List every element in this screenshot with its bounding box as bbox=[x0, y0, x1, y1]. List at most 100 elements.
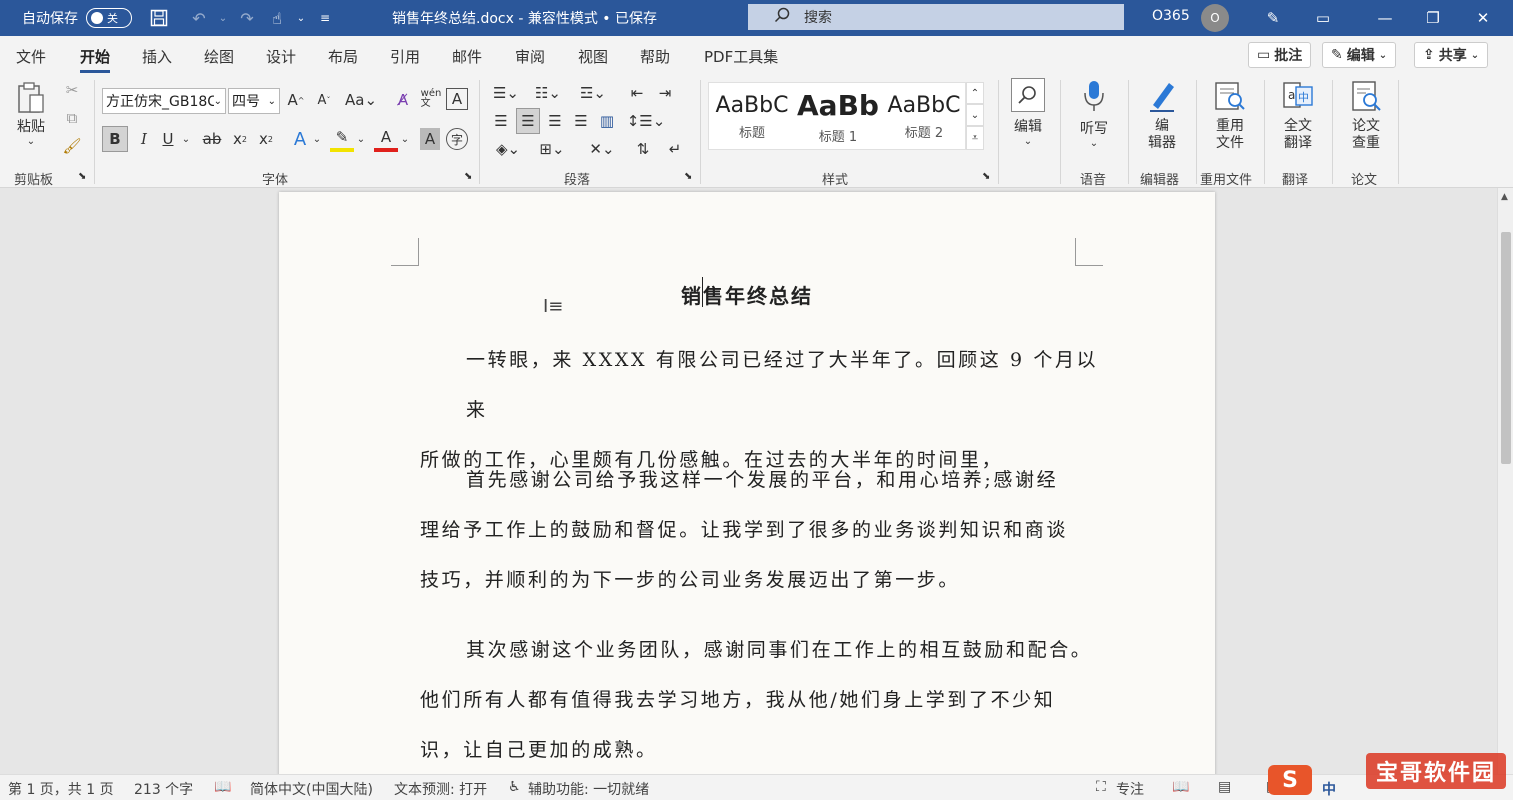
tab-mailings[interactable]: 邮件 bbox=[452, 46, 482, 67]
tab-view[interactable]: 视图 bbox=[578, 46, 608, 67]
dictate-button[interactable]: 听写 ⌄ bbox=[1074, 78, 1114, 149]
show-marks-icon[interactable]: ↵ bbox=[664, 136, 686, 162]
numbering-icon[interactable]: ☷⌄ bbox=[532, 82, 564, 104]
underline-icon[interactable]: U bbox=[158, 126, 178, 152]
chevron-down-icon[interactable]: ⌄ bbox=[356, 126, 366, 152]
paste-button[interactable]: 粘贴 ⌄ bbox=[14, 80, 48, 147]
highlight-icon[interactable]: ✎ bbox=[330, 126, 354, 152]
page-title[interactable]: 销售年终总结 bbox=[279, 280, 1215, 309]
touch-mode-icon[interactable]: ☝ bbox=[266, 7, 288, 29]
borders-icon[interactable]: ⊞⌄ bbox=[534, 136, 570, 162]
line-spacing-icon[interactable]: ↕☰⌄ bbox=[627, 108, 666, 134]
undo-dropdown-icon[interactable]: ⌄ bbox=[218, 7, 228, 29]
increase-indent-icon[interactable]: ⇥ bbox=[654, 82, 676, 104]
undo-icon[interactable]: ↶ bbox=[188, 7, 210, 29]
align-left-icon[interactable]: ☰ bbox=[490, 108, 512, 134]
document-page[interactable]: I≡ 销售年终总结 一转眼，来 XXXX 有限公司已经过了大半年了。回顾这 9 … bbox=[279, 192, 1215, 774]
superscript-icon[interactable]: x2 bbox=[256, 126, 276, 152]
editor-button[interactable]: 编 辑器 bbox=[1142, 78, 1182, 152]
phonetic-guide-icon[interactable]: wén 文 bbox=[420, 86, 442, 112]
style-heading[interactable]: AaBbC 标题 bbox=[709, 83, 795, 151]
align-center-icon[interactable]: ☰ bbox=[516, 108, 540, 134]
cut-icon[interactable]: ✂ bbox=[62, 80, 82, 100]
proofing-icon[interactable]: 📖 bbox=[214, 779, 231, 795]
tab-review[interactable]: 审阅 bbox=[515, 46, 545, 67]
style-heading-2[interactable]: AaBbC 标题 2 bbox=[881, 83, 967, 151]
ime-mode[interactable]: 中 bbox=[1322, 779, 1336, 799]
touch-dropdown-icon[interactable]: ⌄ bbox=[296, 7, 306, 29]
enclose-characters-icon[interactable]: 字 bbox=[446, 128, 468, 150]
scroll-up-icon[interactable]: ▲ bbox=[1501, 192, 1508, 202]
styles-scroll-down-icon[interactable]: ⌄ bbox=[966, 104, 984, 126]
dialog-launcher-icon[interactable]: ⬊ bbox=[78, 171, 86, 182]
text-effects-icon[interactable]: A bbox=[288, 126, 312, 152]
chevron-down-icon[interactable]: ⌄ bbox=[400, 126, 410, 152]
styles-scroll-up-icon[interactable]: ⌃ bbox=[966, 82, 984, 104]
clear-formatting-icon[interactable]: A̸ bbox=[392, 88, 414, 112]
tab-help[interactable]: 帮助 bbox=[640, 46, 670, 67]
focus-icon[interactable]: ⛶ bbox=[1096, 779, 1106, 795]
search-box[interactable]: 搜索 bbox=[748, 4, 1124, 30]
sogou-ime-icon[interactable]: S bbox=[1268, 765, 1312, 795]
chevron-down-icon[interactable]: ⌄ bbox=[312, 126, 322, 152]
tab-insert[interactable]: 插入 bbox=[142, 46, 172, 67]
tab-file[interactable]: 文件 bbox=[16, 46, 46, 67]
multilevel-list-icon[interactable]: ☲⌄ bbox=[576, 82, 610, 104]
accessibility-status[interactable]: 辅助功能: 一切就绪 bbox=[528, 779, 649, 799]
dialog-launcher-icon[interactable]: ⬊ bbox=[982, 171, 990, 182]
minimize-icon[interactable]: — bbox=[1362, 0, 1408, 36]
pen-icon[interactable]: ✎ bbox=[1250, 0, 1296, 36]
font-size-combo[interactable]: 四号 ⌄ bbox=[228, 88, 280, 114]
editing-mode-button[interactable]: ✎ 编辑 ⌄ bbox=[1322, 42, 1397, 68]
strikethrough-icon[interactable]: ab bbox=[200, 126, 224, 152]
focus-label[interactable]: 专注 bbox=[1116, 779, 1144, 799]
justify-icon[interactable]: ☰ bbox=[570, 108, 592, 134]
share-button[interactable]: ⇪ 共享 ⌄ bbox=[1414, 42, 1489, 68]
paragraph[interactable]: 首先感谢公司给予我这样一个发展的平台，和用心培养;感谢经 理给予工作上的鼓励和督… bbox=[420, 455, 1100, 605]
copy-icon[interactable]: ⧉ bbox=[62, 108, 82, 128]
read-mode-icon[interactable]: 📖 bbox=[1172, 779, 1189, 795]
asian-layout-icon[interactable]: ✕⌄ bbox=[584, 136, 620, 162]
ribbon-display-icon[interactable]: ▭ bbox=[1300, 0, 1346, 36]
print-layout-icon[interactable]: ▤ bbox=[1218, 779, 1231, 795]
word-count[interactable]: 213 个字 bbox=[134, 779, 193, 799]
decrease-indent-icon[interactable]: ⇤ bbox=[626, 82, 648, 104]
autosave-toggle[interactable]: 关 bbox=[86, 8, 132, 28]
distributed-icon[interactable]: ▥ bbox=[596, 108, 618, 134]
scroll-thumb[interactable] bbox=[1501, 232, 1511, 464]
shading-icon[interactable]: ◈⌄ bbox=[490, 136, 526, 162]
change-case-icon[interactable]: Aa⌄ bbox=[344, 88, 378, 112]
paragraph[interactable]: 其次感谢这个业务团队，感谢同事们在工作上的相互鼓励和配合。 他们所有人都有值得我… bbox=[420, 625, 1120, 774]
dialog-launcher-icon[interactable]: ⬊ bbox=[684, 171, 692, 182]
tab-home[interactable]: 开始 bbox=[80, 46, 111, 73]
find-edit-button[interactable]: 编辑 ⌄ bbox=[1008, 78, 1048, 147]
subscript-icon[interactable]: x2 bbox=[230, 126, 250, 152]
align-right-icon[interactable]: ☰ bbox=[544, 108, 566, 134]
styles-more-icon[interactable]: ⩡ bbox=[966, 126, 984, 150]
close-icon[interactable]: ✕ bbox=[1460, 0, 1506, 36]
bold-icon[interactable]: B bbox=[102, 126, 128, 152]
bullets-icon[interactable]: ☰⌄ bbox=[490, 82, 522, 104]
font-name-combo[interactable]: 方正仿宋_GB18C ⌄ bbox=[102, 88, 226, 114]
tab-pdf-tools[interactable]: PDF工具集 bbox=[704, 46, 778, 67]
italic-icon[interactable]: I bbox=[134, 126, 154, 152]
tab-references[interactable]: 引用 bbox=[390, 46, 420, 67]
sort-icon[interactable]: ⇅ bbox=[632, 136, 654, 162]
redo-icon[interactable]: ↷ bbox=[236, 7, 258, 29]
font-color-icon[interactable]: A bbox=[374, 126, 398, 152]
account-label[interactable]: O365 bbox=[1152, 8, 1190, 24]
restore-icon[interactable]: ❐ bbox=[1410, 0, 1456, 36]
style-heading-1[interactable]: AaBb 标题 1 bbox=[795, 83, 881, 151]
comments-button[interactable]: ▭ 批注 bbox=[1248, 42, 1312, 68]
text-prediction[interactable]: 文本预测: 打开 bbox=[394, 779, 487, 799]
paper-check-button[interactable]: 论文 查重 bbox=[1346, 78, 1386, 152]
language-indicator[interactable]: 简体中文(中国大陆) bbox=[250, 779, 373, 799]
chevron-down-icon[interactable]: ⌄ bbox=[180, 126, 192, 152]
document-title[interactable]: 销售年终总结.docx - 兼容性模式 • 已保存 bbox=[392, 8, 657, 28]
full-text-translate-button[interactable]: a中 全文 翻译 bbox=[1278, 78, 1318, 152]
tab-draw[interactable]: 绘图 bbox=[204, 46, 234, 67]
avatar[interactable]: O bbox=[1201, 4, 1229, 32]
character-border-icon[interactable]: A bbox=[446, 88, 468, 110]
vertical-scrollbar[interactable]: ▲ bbox=[1497, 188, 1513, 774]
customize-toolbar-icon[interactable]: ≡ bbox=[314, 7, 336, 29]
